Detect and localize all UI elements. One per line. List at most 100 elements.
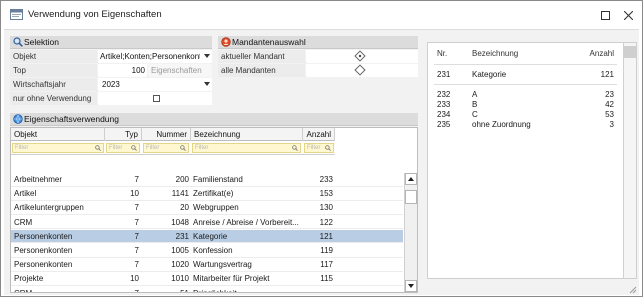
item-anzahl: 53 [605,110,614,119]
cell-typ: 7 [105,287,139,292]
globe-icon [13,114,23,124]
filter-search-icon [131,145,137,151]
filter-input[interactable]: Filter [12,143,104,153]
filter-placeholder: Filter [15,145,29,151]
cell-bezeichnung: Konfession [193,246,233,255]
cell-typ: 10 [130,274,139,284]
top-input[interactable]: 100 [98,64,147,77]
table-row[interactable]: Arbeitnehmer 7 200 Familienstand 233 [11,173,403,187]
nur-ohne-row: nur ohne Verwendung [10,92,212,105]
list-item[interactable]: 235 ohne Zuordnung 3 [428,120,624,130]
grid-scrollbar[interactable] [404,173,417,292]
detail-panel: Nr. Bezeichnung Anzahl 231 Kategorie 121… [427,42,637,279]
arrow-up-icon [408,177,414,181]
scroll-down-button[interactable] [405,280,417,292]
table-row[interactable]: Projekte 10 1010 Mitarbeiter für Projekt 115 [11,272,403,286]
cell-typ: 10 [130,189,139,199]
nur-ohne-checkbox[interactable] [153,95,160,102]
filter-search-icon [95,145,101,151]
cell-bezeichnung: Kategorie [193,231,228,241]
table-row[interactable]: Artikeluntergruppen 7 20 Webgruppen 130 [11,201,403,215]
item-bezeichnung: B [472,100,478,109]
list-item[interactable]: 232 A 23 [428,90,624,100]
scroll-thumb[interactable] [405,190,417,204]
col-bezeichnung[interactable]: Bezeichnung [191,128,303,141]
objekt-select[interactable]: Artikel;Konten;Personenkont [98,50,212,63]
close-button[interactable] [617,5,639,25]
col-nummer[interactable]: Nummer [142,128,191,141]
cell-anzahl: 153 [319,189,333,199]
item-nr: 234 [437,110,451,119]
aktueller-mandant-row: aktueller Mandant [218,50,418,63]
maximize-button[interactable] [594,5,616,25]
col-anzahl[interactable]: Anzahl [303,128,335,141]
selektion-title: Selektion [24,37,59,47]
alle-mandanten-row: alle Mandanten [218,64,418,77]
alle-mandanten-label: alle Mandanten [218,64,305,77]
eigenschaften-grid: Objekt Typ Nummer Bezeichnung Anzahl Fil… [10,127,418,293]
app-icon [10,9,23,20]
cell-anzahl: 130 [319,203,333,213]
chevron-down-icon[interactable] [204,54,210,59]
table-row[interactable]: Artikel 10 1141 Zertifikat(e) 153 [11,187,403,201]
scroll-up-button[interactable] [405,173,417,185]
cell-objekt: Artikel [14,189,37,199]
cell-bezeichnung: Familienstand [193,175,243,184]
table-row[interactable]: CRM 7 1048 Anreise / Abreise / Vorbereit...… [11,216,403,230]
top-label: Top [10,64,97,77]
detail-scroll-thumb[interactable] [624,46,636,58]
list-item[interactable]: 233 B 42 [428,100,624,110]
filter-input[interactable]: Filter [143,143,189,153]
table-row[interactable]: Personenkonten 7 231 Kategorie 121 [11,229,403,244]
filter-placeholder: Filter [109,145,123,151]
close-icon [623,10,633,20]
detail-summary-row: 231 Kategorie 121 [428,70,624,80]
table-row[interactable]: Personenkonten 7 1020 Wartungsvertrag 117 [11,258,403,272]
col-typ[interactable]: Typ [105,128,142,141]
objekt-row: Objekt Artikel;Konten;Personenkont [10,50,212,63]
wirtschaftsjahr-label: Wirtschaftsjahr [10,78,97,91]
cell-objekt: CRM [14,217,33,227]
cell-nummer: 20 [180,203,189,213]
mandanten-title: Mandantenauswahl [232,37,306,47]
objekt-value: Artikel;Konten;Personenkont [100,52,200,61]
cell-typ: 7 [134,231,139,241]
filter-input[interactable]: Filter [106,143,140,153]
table-row[interactable]: CRM751 Dringlichkeit [11,287,403,292]
item-bezeichnung: C [472,110,478,119]
item-nr: 233 [437,100,451,109]
alle-mandanten-radio[interactable] [354,64,366,76]
cell-anzahl: 122 [319,217,333,227]
cell-anzahl: 115 [320,274,333,284]
grid-column-headers: Objekt Typ Nummer Bezeichnung Anzahl [11,128,335,141]
nur-ohne-cell [98,92,212,105]
cell-bezeichnung: Anreise / Abreise / Vorbereit... [193,217,299,227]
col-objekt[interactable]: Objekt [11,128,105,141]
filter-input[interactable]: Filter [192,143,301,153]
grid-filter-row: Filter Filter Filter Filter Filter [11,141,335,155]
window: Verwendung von Eigenschaften Selektion O… [0,0,643,297]
detail-divider [434,84,617,85]
item-nr: 232 [437,90,451,99]
resize-grip-icon[interactable] [628,285,637,294]
item-nr: 235 [437,120,451,129]
table-row[interactable]: Personenkonten 7 1005 Konfession 119 [11,244,403,258]
filter-placeholder: Filter [146,145,160,151]
item-bezeichnung: A [472,90,478,99]
grid-header: Eigenschaftsverwendung [10,113,418,126]
cell-objekt: Personenkonten [14,246,73,255]
window-title: Verwendung von Eigenschaften [28,9,162,20]
aktueller-mandant-radio[interactable] [354,50,366,62]
title-bar: Verwendung von Eigenschaften [1,1,642,29]
wirtschaftsjahr-select[interactable]: 2023 [98,78,212,91]
cell-bezeichnung: Mitarbeiter für Projekt [193,274,270,284]
list-item[interactable]: 234 C 53 [428,110,624,120]
cell-anzahl: 233 [319,175,333,184]
cell-objekt: Personenkonten [14,260,73,270]
filter-input[interactable]: Filter [304,143,334,153]
detail-scrollbar[interactable] [623,43,636,278]
wirtschaftsjahr-row: Wirtschaftsjahr 2023 [10,78,212,91]
cell-nummer: 1020 [171,260,189,270]
chevron-down-icon[interactable] [204,82,210,87]
radio-selected-dot [358,54,362,58]
